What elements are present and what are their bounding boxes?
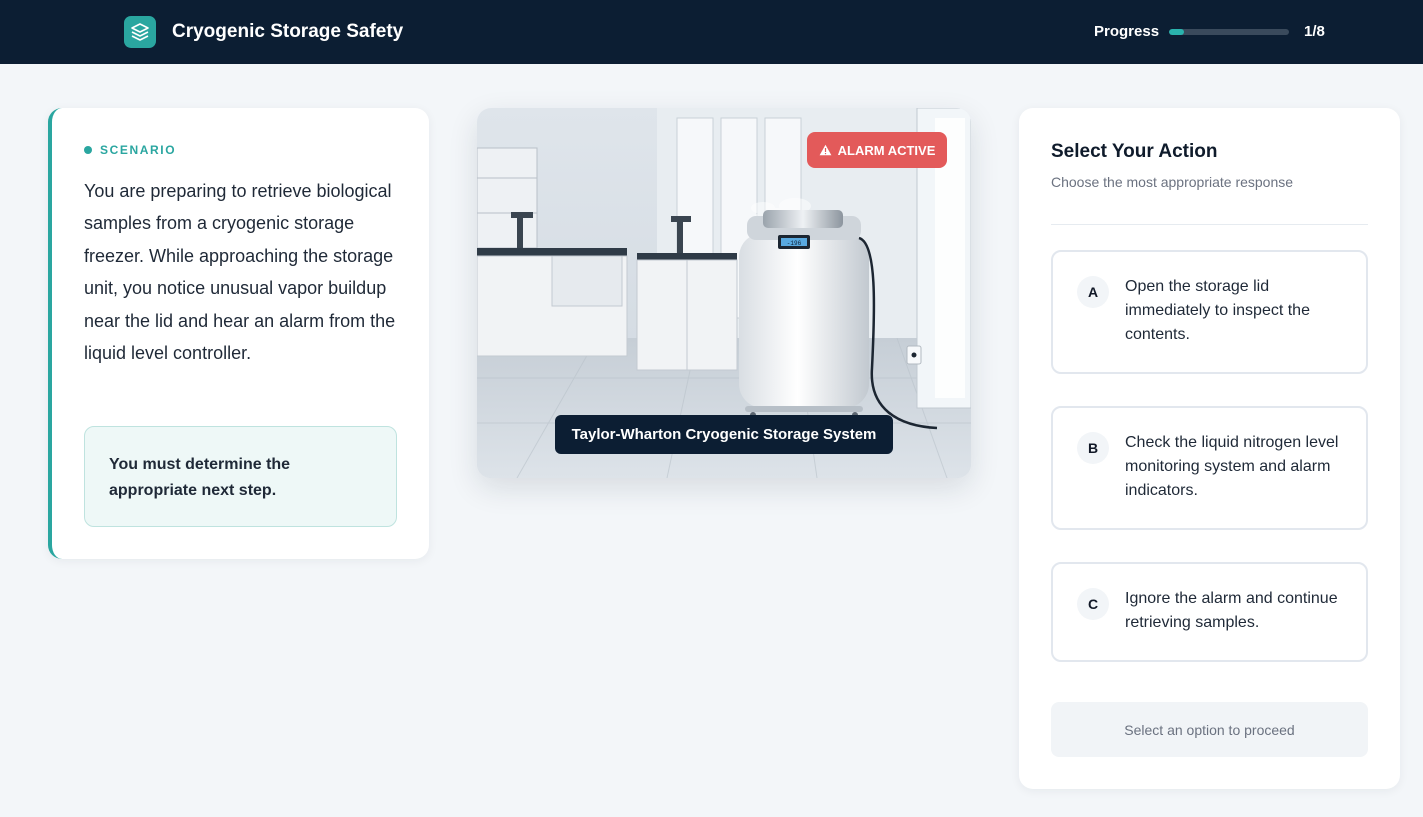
progress-fill — [1169, 29, 1184, 35]
scenario-text: You are preparing to retrieve biological… — [84, 181, 396, 364]
layers-icon — [124, 16, 156, 48]
alarm-label: ALARM ACTIVE — [837, 142, 936, 158]
action-panel: Select Your Action Choose the most appro… — [1019, 108, 1400, 789]
top-bar: Cryogenic Storage Safety Progress 1/8 — [0, 0, 1423, 64]
proceed-button[interactable]: Select an option to proceed — [1051, 702, 1368, 757]
image-caption: Taylor-Wharton Cryogenic Storage System — [555, 415, 893, 454]
progress-count: 1/8 — [1304, 23, 1325, 40]
option-a[interactable]: A Open the storage lid immediately to in… — [1051, 250, 1368, 374]
action-subtitle: Choose the most appropriate response — [1051, 174, 1294, 190]
progress-label: Progress — [1094, 23, 1160, 40]
dot-icon — [84, 146, 92, 154]
option-letter: A — [1077, 276, 1109, 308]
scenario-note: You must determine the appropriate next … — [84, 426, 397, 527]
option-text: Ignore the alarm and continue retrieving… — [1125, 590, 1338, 631]
scenario-tag-label: SCENARIO — [100, 143, 177, 157]
tank-display-reading: -196 — [787, 240, 802, 247]
alarm-badge: ALARM ACTIVE — [807, 132, 947, 168]
option-text: Check the liquid nitrogen level monitori… — [1125, 434, 1339, 499]
scenario-tag: SCENARIO — [84, 143, 176, 157]
scenario-image: -196 ALARM ACTIVE Taylor-Wharton Cryogen… — [477, 108, 971, 478]
option-letter: B — [1077, 432, 1109, 464]
divider — [1051, 224, 1368, 225]
action-title: Select Your Action — [1051, 141, 1218, 162]
option-text: Open the storage lid immediately to insp… — [1125, 278, 1310, 343]
warning-icon — [819, 144, 832, 156]
progress-bar — [1169, 29, 1289, 35]
scenario-card: SCENARIO You are preparing to retrieve b… — [48, 108, 429, 559]
app-title: Cryogenic Storage Safety — [172, 21, 404, 42]
option-b[interactable]: B Check the liquid nitrogen level monito… — [1051, 406, 1368, 530]
option-letter: C — [1077, 588, 1109, 620]
option-c[interactable]: C Ignore the alarm and continue retrievi… — [1051, 562, 1368, 662]
